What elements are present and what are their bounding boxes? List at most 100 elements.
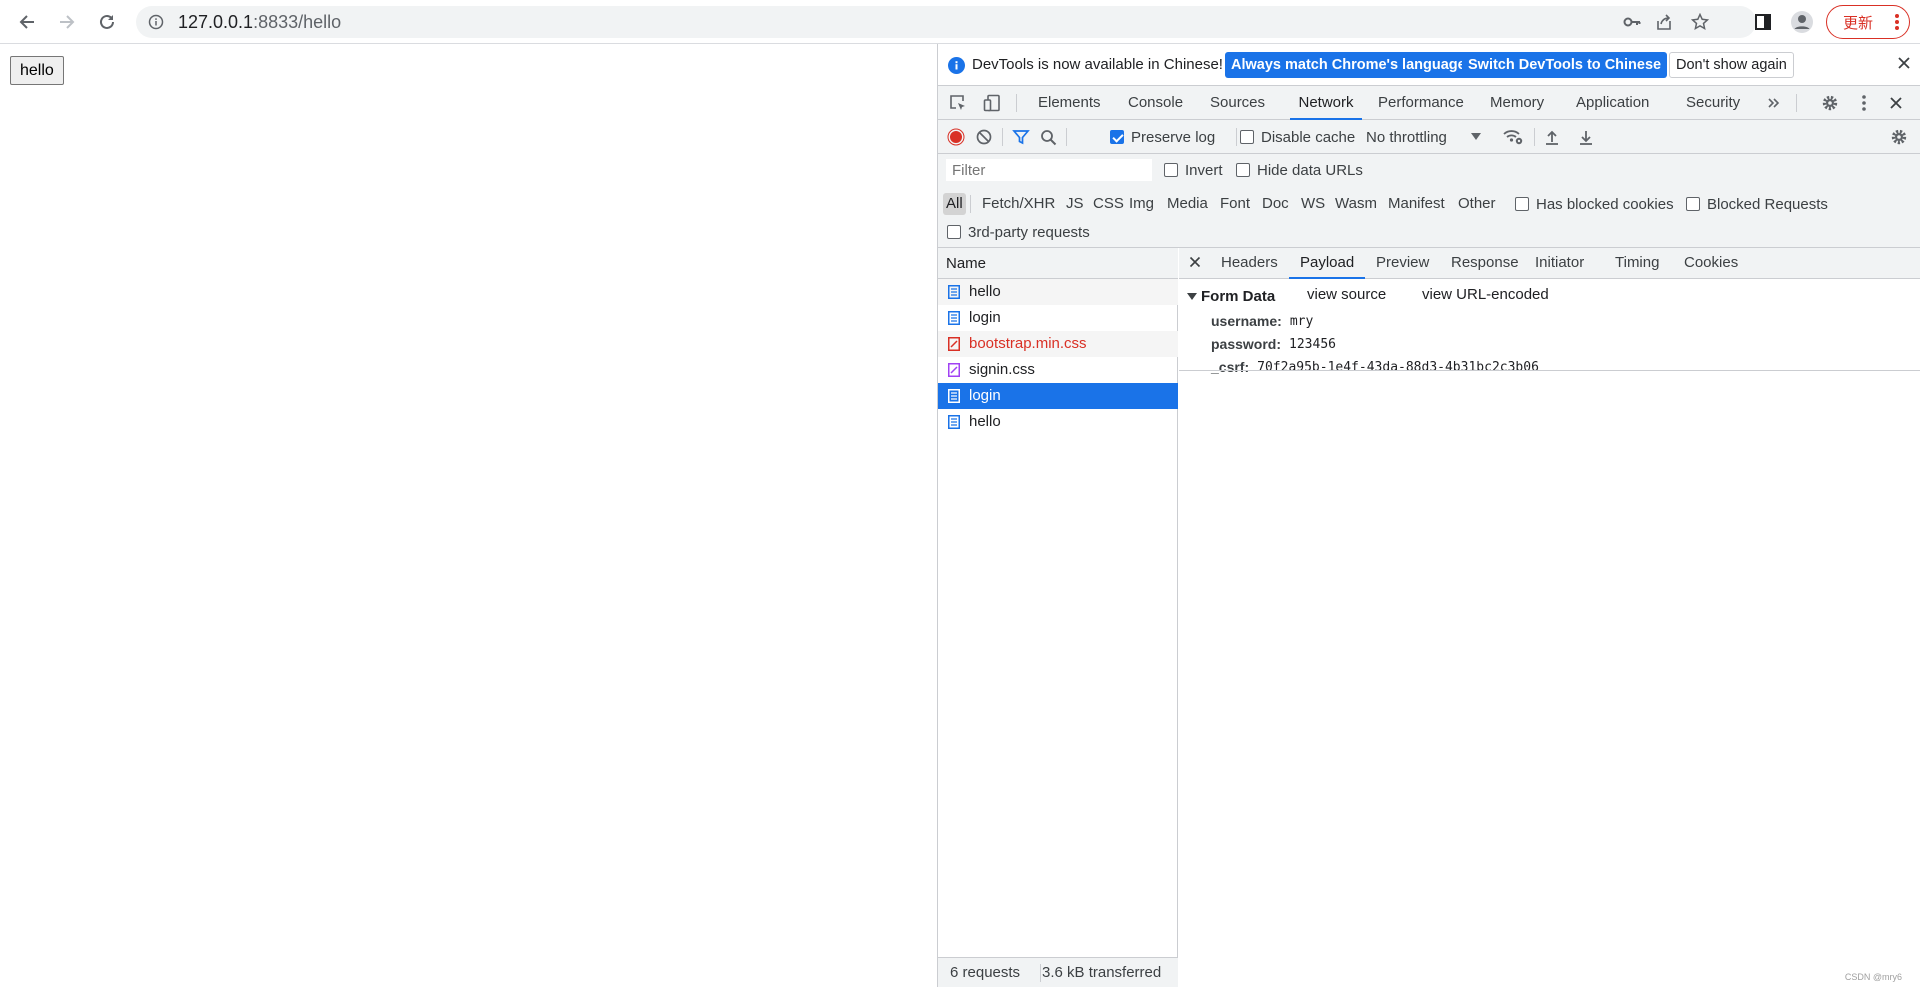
filter-funnel-icon[interactable]: [1012, 120, 1030, 154]
inspect-element-icon[interactable]: [948, 93, 968, 113]
has-blocked-cookies-label: Has blocked cookies: [1536, 195, 1674, 213]
type-filter-doc[interactable]: Doc: [1259, 193, 1292, 215]
filter-input[interactable]: [946, 159, 1152, 181]
close-infobar-icon[interactable]: [1897, 56, 1911, 70]
request-detail-panel: Headers Payload Preview Response Initiat…: [1179, 248, 1920, 987]
tab-application[interactable]: Application: [1576, 86, 1649, 120]
detail-tab-timing[interactable]: Timing: [1615, 248, 1659, 279]
form-data-section-header[interactable]: Form Data: [1187, 286, 1275, 306]
request-row[interactable]: hello: [938, 409, 1178, 435]
detail-tab-headers[interactable]: Headers: [1221, 248, 1278, 279]
network-conditions-icon[interactable]: [1502, 120, 1524, 154]
record-icon[interactable]: [947, 120, 965, 154]
close-detail-icon[interactable]: [1189, 256, 1201, 268]
section-divider: [1179, 370, 1920, 371]
import-har-icon[interactable]: [1544, 120, 1560, 154]
form-field-key: _csrf:: [1211, 359, 1250, 375]
type-filter-wasm[interactable]: Wasm: [1332, 193, 1380, 215]
tab-performance[interactable]: Performance: [1378, 86, 1464, 120]
throttling-select[interactable]: No throttling: [1366, 120, 1481, 154]
hello-button[interactable]: hello: [10, 56, 64, 85]
always-match-language-button[interactable]: Always match Chrome's language: [1225, 52, 1472, 78]
request-row-selected[interactable]: login: [938, 383, 1178, 409]
request-row-error[interactable]: bootstrap.min.css: [938, 331, 1178, 357]
devtools-tab-bar: Elements Console Sources Network Perform…: [938, 86, 1920, 120]
hide-data-urls-check[interactable]: [1236, 163, 1250, 177]
tab-elements[interactable]: Elements: [1038, 86, 1101, 120]
form-field-row: password: 123456: [1211, 334, 1336, 354]
type-filter-font[interactable]: Font: [1217, 193, 1253, 215]
detail-tab-cookies[interactable]: Cookies: [1684, 248, 1738, 279]
type-filter-fetch-xhr[interactable]: Fetch/XHR: [979, 193, 1058, 215]
more-options-icon[interactable]: [1854, 93, 1874, 113]
more-tabs-chevron-icon[interactable]: [1764, 93, 1784, 113]
tab-console[interactable]: Console: [1128, 86, 1183, 120]
forward-icon[interactable]: [53, 8, 81, 36]
preserve-log-check[interactable]: [1110, 130, 1124, 144]
request-row[interactable]: hello: [938, 279, 1178, 305]
blocked-requests-check[interactable]: [1686, 197, 1700, 211]
device-toolbar-icon[interactable]: [982, 93, 1002, 113]
tab-sources[interactable]: Sources: [1210, 86, 1265, 120]
key-icon[interactable]: [1622, 12, 1642, 32]
collapse-triangle-icon: [1187, 292, 1197, 300]
form-field-key: username:: [1211, 313, 1282, 329]
clear-icon[interactable]: [976, 120, 992, 154]
url-host: 127.0.0.1: [178, 12, 254, 32]
type-filter-css[interactable]: CSS: [1090, 193, 1127, 215]
request-name: hello: [969, 413, 1001, 430]
blocked-requests-checkbox[interactable]: Blocked Requests: [1686, 193, 1828, 215]
tab-memory[interactable]: Memory: [1490, 86, 1544, 120]
type-filter-media[interactable]: Media: [1164, 193, 1211, 215]
invert-check[interactable]: [1164, 163, 1178, 177]
stylesheet-icon: [948, 363, 960, 377]
detail-tab-payload[interactable]: Payload: [1289, 248, 1366, 279]
hide-data-urls-checkbox[interactable]: Hide data URLs: [1236, 159, 1363, 181]
bookmark-star-icon[interactable]: [1690, 12, 1710, 32]
address-bar[interactable]: 127.0.0.1:8833/hello: [136, 6, 1756, 38]
back-icon[interactable]: [13, 8, 41, 36]
disable-cache-check[interactable]: [1240, 130, 1254, 144]
form-field-row: username: mry: [1211, 311, 1313, 331]
profile-avatar-icon[interactable]: [1790, 10, 1814, 34]
disable-cache-checkbox[interactable]: Disable cache: [1240, 120, 1355, 154]
type-filter-manifest[interactable]: Manifest: [1385, 193, 1448, 215]
third-party-requests-checkbox[interactable]: 3rd-party requests: [947, 221, 1090, 243]
request-row[interactable]: login: [938, 305, 1178, 331]
preserve-log-checkbox[interactable]: Preserve log: [1110, 120, 1215, 154]
switch-to-chinese-button[interactable]: Switch DevTools to Chinese: [1462, 52, 1668, 78]
type-filter-ws[interactable]: WS: [1298, 193, 1328, 215]
throttling-value: No throttling: [1366, 128, 1447, 146]
invert-checkbox[interactable]: Invert: [1164, 159, 1223, 181]
type-filter-img[interactable]: Img: [1126, 193, 1157, 215]
search-icon[interactable]: [1040, 120, 1057, 154]
third-party-requests-check[interactable]: [947, 225, 961, 239]
blocked-requests-label: Blocked Requests: [1707, 195, 1828, 213]
request-row[interactable]: signin.css: [938, 357, 1178, 383]
status-separator: [1040, 964, 1041, 982]
close-devtools-icon[interactable]: [1886, 93, 1906, 113]
tab-separator: [1016, 94, 1017, 112]
export-har-icon[interactable]: [1578, 120, 1594, 154]
share-icon[interactable]: [1654, 12, 1674, 32]
detail-tab-response[interactable]: Response: [1451, 248, 1519, 279]
detail-tab-initiator[interactable]: Initiator: [1535, 248, 1584, 279]
settings-gear-icon[interactable]: [1820, 93, 1840, 113]
site-info-icon[interactable]: [148, 14, 164, 30]
tab-security[interactable]: Security: [1686, 86, 1740, 120]
reload-icon[interactable]: [93, 8, 121, 36]
side-panel-icon[interactable]: [1751, 10, 1775, 34]
detail-tab-preview[interactable]: Preview: [1376, 248, 1429, 279]
type-filter-other[interactable]: Other: [1455, 193, 1499, 215]
dont-show-again-button[interactable]: Don't show again: [1669, 52, 1794, 78]
update-button[interactable]: 更新: [1826, 5, 1910, 39]
network-settings-gear-icon[interactable]: [1890, 120, 1908, 154]
tab-network[interactable]: Network: [1290, 86, 1362, 120]
has-blocked-cookies-check[interactable]: [1515, 197, 1529, 211]
name-column-header[interactable]: Name: [938, 248, 1178, 279]
type-filter-js[interactable]: JS: [1063, 193, 1087, 215]
view-url-encoded-link[interactable]: view URL-encoded: [1422, 286, 1549, 303]
view-source-link[interactable]: view source: [1307, 286, 1386, 303]
has-blocked-cookies-checkbox[interactable]: Has blocked cookies: [1515, 193, 1674, 215]
type-filter-all[interactable]: All: [943, 193, 966, 215]
